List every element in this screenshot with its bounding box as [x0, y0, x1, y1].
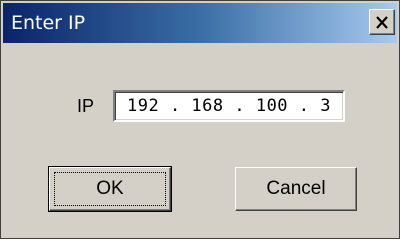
cancel-button-label: Cancel: [266, 178, 326, 199]
ok-button-label: OK: [96, 178, 124, 199]
ip-label: IP: [77, 96, 95, 116]
ip-address-input[interactable]: [113, 90, 345, 122]
window-title: Enter IP: [11, 12, 86, 34]
cancel-button[interactable]: Cancel: [235, 167, 357, 211]
close-button[interactable]: [369, 9, 395, 35]
close-icon: [375, 15, 389, 29]
enter-ip-dialog: Enter IP IP OK Cancel: [0, 0, 400, 239]
ok-button[interactable]: OK: [48, 166, 172, 212]
title-bar[interactable]: Enter IP: [3, 3, 397, 43]
